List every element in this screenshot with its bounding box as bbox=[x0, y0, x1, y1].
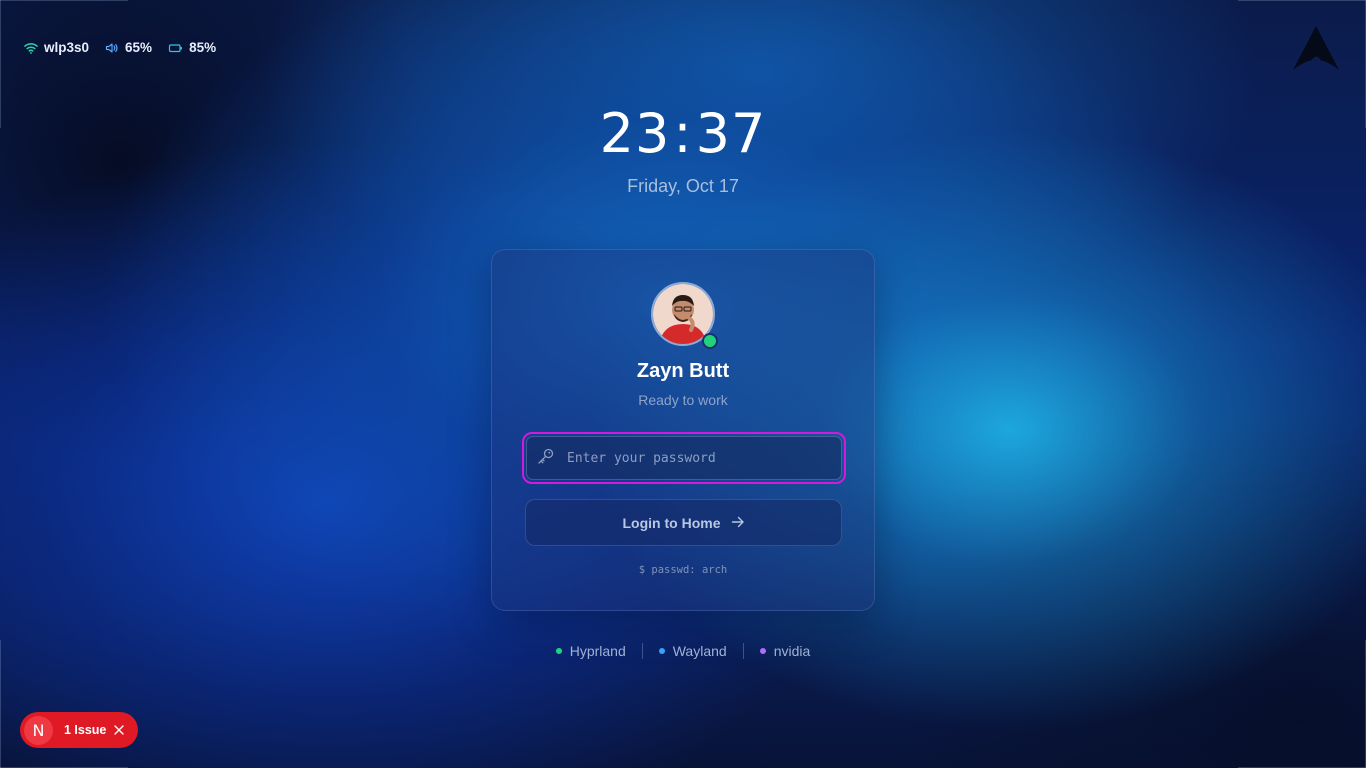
battery-icon bbox=[168, 42, 183, 54]
session-tags: Hyprland Wayland nvidia bbox=[0, 643, 1366, 659]
network-label: wlp3s0 bbox=[44, 40, 90, 55]
wifi-icon bbox=[24, 42, 38, 54]
session-label: Hyprland bbox=[569, 643, 626, 659]
clock-hours: 23 bbox=[599, 102, 671, 165]
date-label: Friday, Oct 17 bbox=[627, 176, 739, 196]
hyprland-dot bbox=[555, 648, 562, 654]
password-field-inner bbox=[526, 436, 842, 480]
volume-label: 65% bbox=[125, 40, 153, 55]
battery-label: 85% bbox=[189, 40, 217, 55]
volume-icon bbox=[105, 42, 119, 54]
session-tag-nvidia[interactable]: nvidia bbox=[744, 643, 827, 659]
arrow-right-icon bbox=[731, 515, 745, 531]
user-status-text: Ready to work bbox=[638, 392, 728, 408]
password-input[interactable] bbox=[565, 449, 841, 467]
arch-logo bbox=[1292, 25, 1340, 71]
issue-badge[interactable]: N 1 Issue bbox=[20, 712, 138, 748]
online-status-dot bbox=[702, 333, 718, 349]
wayland-dot bbox=[658, 648, 665, 654]
status-bar: wlp3s0 65% 85% bbox=[24, 40, 216, 55]
clock-minutes: 37 bbox=[695, 102, 767, 165]
session-tag-wayland[interactable]: Wayland bbox=[643, 643, 743, 659]
session-label: nvidia bbox=[773, 643, 811, 659]
user-name: Zayn Butt bbox=[636, 360, 730, 382]
volume-status[interactable]: 65% bbox=[105, 40, 152, 55]
session-tag-hyprland[interactable]: Hyprland bbox=[540, 643, 642, 659]
issue-badge-logo: N bbox=[24, 715, 53, 745]
close-icon[interactable] bbox=[114, 725, 125, 735]
password-hint: $ passwd: arch bbox=[638, 564, 728, 576]
nvidia-dot bbox=[759, 648, 766, 654]
corner-accent bbox=[1238, 0, 1366, 1]
login-button-label: Login to Home bbox=[622, 514, 721, 531]
login-card: Zayn Butt Ready to work Login to Home $ … bbox=[491, 249, 875, 611]
key-icon bbox=[537, 447, 555, 470]
issue-badge-label: 1 Issue bbox=[64, 723, 107, 737]
login-button[interactable]: Login to Home bbox=[525, 499, 842, 546]
corner-accent bbox=[0, 640, 1, 768]
corner-accent bbox=[0, 0, 128, 1]
password-field bbox=[522, 432, 846, 484]
network-status[interactable]: wlp3s0 bbox=[24, 40, 89, 55]
battery-status[interactable]: 85% bbox=[168, 40, 216, 55]
session-label: Wayland bbox=[672, 643, 727, 659]
clock: 23:37 bbox=[0, 104, 1366, 164]
clock-separator: : bbox=[673, 102, 693, 165]
